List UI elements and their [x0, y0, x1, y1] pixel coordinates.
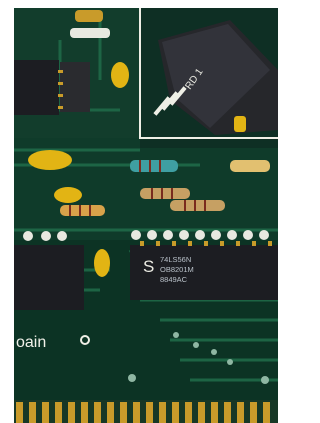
board-silk-text: oain: [16, 334, 46, 351]
ic-top-left: [14, 60, 59, 115]
chip-date-code: 8849AC: [160, 275, 188, 284]
chip-line-2: OB8201M: [160, 265, 194, 274]
chip-logo: S: [143, 257, 154, 276]
ic-left: [14, 245, 84, 310]
chip-part-number: 74LS56N: [160, 255, 191, 264]
circuit-board-photo: RD 1 S 74LS56N OB8201M 8849AC oain: [0, 0, 278, 423]
edge-connector: [14, 400, 278, 423]
